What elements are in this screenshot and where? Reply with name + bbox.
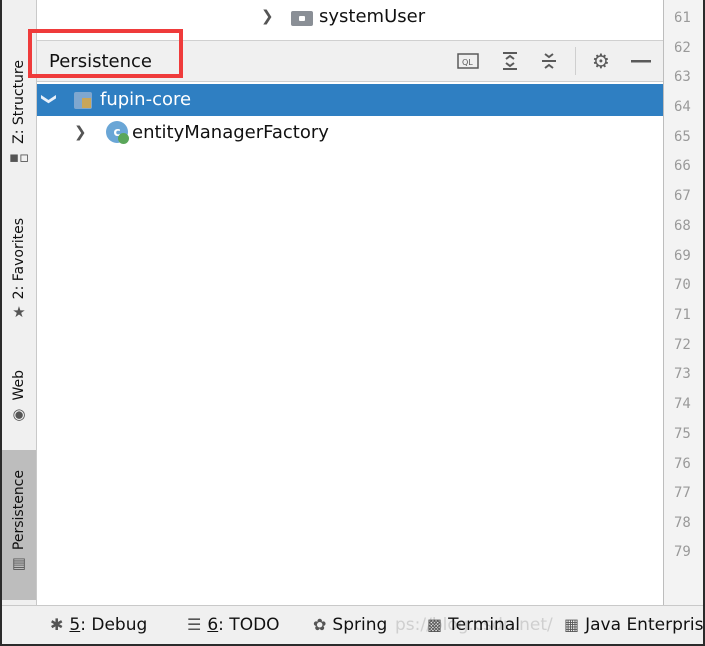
tab-structure-label: Z: Structure <box>11 60 27 144</box>
web-icon: ◉ <box>12 404 26 423</box>
tab-key: 6 <box>207 615 219 635</box>
tab-label: Java Enterpris <box>585 615 703 635</box>
tab-key: 5 <box>69 615 81 635</box>
line-number: 74 <box>674 396 691 412</box>
minimize-icon[interactable] <box>629 50 653 72</box>
persistence-icon: ▤ <box>11 554 27 573</box>
editor-gutter: 61 62 63 64 65 66 67 68 69 70 71 72 73 7… <box>663 0 703 605</box>
tab-label: : Debug <box>80 615 148 635</box>
tab-label: Terminal <box>448 615 520 635</box>
module-icon <box>74 92 92 109</box>
tab-favorites[interactable]: 2: Favorites ★ <box>2 218 36 343</box>
star-icon: ★ <box>12 303 26 322</box>
tab-web-label: Web <box>11 370 27 401</box>
line-number: 79 <box>674 544 691 560</box>
todo-icon: ☰ <box>187 615 202 634</box>
ide-window: Z: Structure ▪▫ 2: Favorites ★ Web ◉ Per… <box>2 0 703 644</box>
tab-structure[interactable]: Z: Structure ▪▫ <box>2 60 36 190</box>
line-number: 77 <box>674 485 691 501</box>
line-number: 66 <box>674 158 691 174</box>
terminal-icon: ▩ <box>427 615 443 634</box>
line-number: 68 <box>674 218 691 234</box>
tab-terminal[interactable]: ▩ Terminal <box>427 615 520 635</box>
chevron-right-icon[interactable]: ❯ <box>261 7 274 25</box>
tab-spring[interactable]: ✿ Spring <box>313 615 387 635</box>
tab-debug[interactable]: ✱ 5: Debug <box>50 615 147 635</box>
tab-persistence[interactable]: Persistence ▤ <box>2 450 36 600</box>
line-number: 67 <box>674 188 691 204</box>
expand-all-icon[interactable] <box>498 50 522 72</box>
tab-label: : TODO <box>218 615 280 635</box>
line-number: 63 <box>674 69 691 85</box>
tab-todo[interactable]: ☰ 6: TODO <box>187 615 280 635</box>
ql-console-icon[interactable]: QL <box>456 50 480 72</box>
gear-icon[interactable]: ⚙ <box>589 49 613 73</box>
toolbar-separator <box>575 47 576 75</box>
line-number: 73 <box>674 366 691 382</box>
left-tool-strip: Z: Structure ▪▫ 2: Favorites ★ Web ◉ Per… <box>2 0 37 605</box>
line-number: 70 <box>674 277 691 293</box>
line-number: 64 <box>674 99 691 115</box>
tab-label: Spring <box>332 615 388 635</box>
line-number: 76 <box>674 456 691 472</box>
spring-icon: ✿ <box>313 615 327 634</box>
line-number: 62 <box>674 40 691 56</box>
collapse-all-icon[interactable] <box>537 50 561 72</box>
line-number: 69 <box>674 248 691 264</box>
project-tree-item-label: systemUser <box>319 6 426 27</box>
persistence-tree: ❯ fupin-core ❯ c entityManagerFactory <box>37 82 663 605</box>
tab-favorites-label: 2: Favorites <box>11 218 27 300</box>
tab-persistence-label: Persistence <box>11 470 27 551</box>
line-number: 78 <box>674 515 691 531</box>
bean-icon: c <box>106 121 129 144</box>
line-number: 75 <box>674 426 691 442</box>
line-number: 61 <box>674 10 691 26</box>
bottom-tool-bar: ✱ 5: Debug ☰ 6: TODO ✿ Spring ps://blog.csd… <box>2 605 703 644</box>
tree-item-entity-manager-factory[interactable]: ❯ c entityManagerFactory <box>37 117 663 149</box>
debug-icon: ✱ <box>50 615 64 634</box>
java-enterprise-icon: ▦ <box>564 615 580 634</box>
highlight-box <box>28 29 183 78</box>
structure-icon: ▪▫ <box>8 147 30 166</box>
folder-icon <box>291 11 313 26</box>
line-number: 71 <box>674 307 691 323</box>
tree-item-label: fupin-core <box>100 89 192 110</box>
chevron-down-icon[interactable]: ❯ <box>40 93 58 106</box>
tree-item-label: entityManagerFactory <box>132 122 329 143</box>
tree-item-fupin-core[interactable]: ❯ fupin-core <box>37 84 663 116</box>
tab-web[interactable]: Web ◉ <box>2 370 36 440</box>
tab-java-enterprise[interactable]: ▦ Java Enterpris <box>564 615 703 635</box>
persistence-panel-header: Persistence QL ⚙ <box>28 29 663 82</box>
chevron-right-icon[interactable]: ❯ <box>74 123 87 141</box>
svg-text:QL: QL <box>462 58 473 67</box>
line-number: 65 <box>674 129 691 145</box>
line-number: 72 <box>674 337 691 353</box>
